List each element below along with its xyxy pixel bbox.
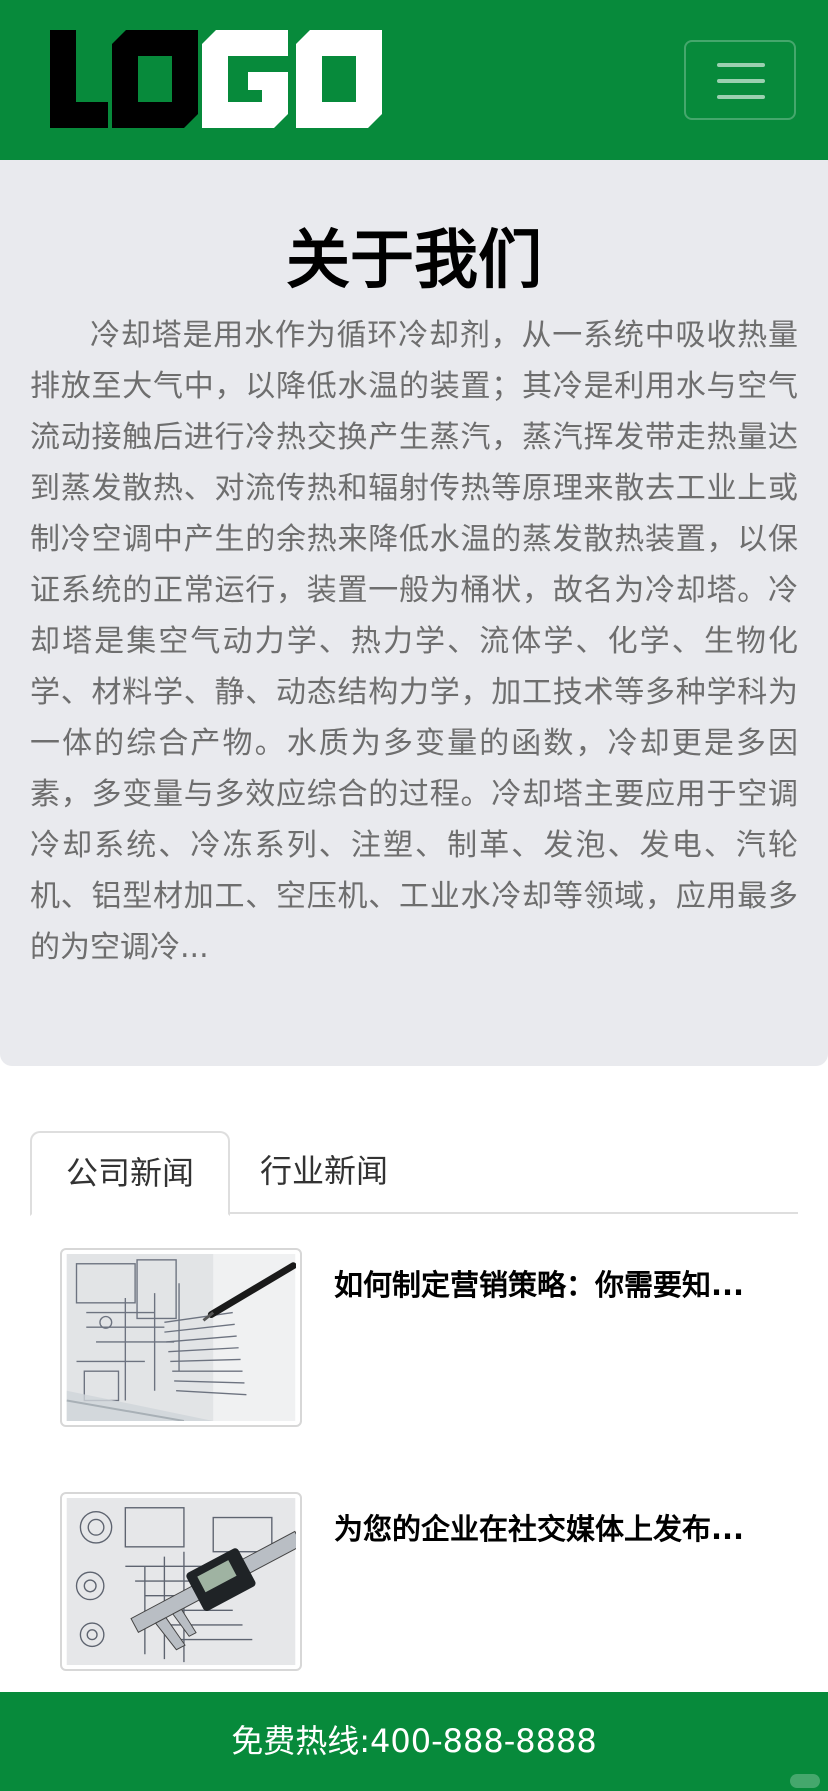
news-item[interactable]: 如何制定营销策略：你需要知... <box>60 1248 768 1428</box>
tab-company-news[interactable]: 公司新闻 <box>30 1131 231 1216</box>
about-text: 冷却塔是用水作为循环冷却剂，从一系统中吸收热量排放至大气中，以降低水温的装置；其… <box>30 318 798 965</box>
news-tabs: 公司新闻 行业新闻 <box>30 1131 798 1216</box>
hotline-text[interactable]: 免费热线:400-888-8888 <box>231 1722 596 1760</box>
menu-bar <box>717 79 765 83</box>
hotline-footer[interactable]: 免费热线:400-888-8888 <box>0 1692 828 1791</box>
news-item[interactable]: 为您的企业在社交媒体上发布... <box>60 1492 768 1672</box>
menu-bar <box>717 95 765 99</box>
news-title[interactable]: 如何制定营销策略：你需要知... <box>334 1262 768 1304</box>
hamburger-menu-icon[interactable] <box>684 40 796 120</box>
news-thumbnail[interactable] <box>60 1492 302 1671</box>
logo[interactable] <box>50 30 382 128</box>
news-thumbnail[interactable] <box>60 1248 302 1427</box>
news-title[interactable]: 为您的企业在社交媒体上发布... <box>334 1506 768 1548</box>
menu-bar <box>717 63 765 67</box>
tab-industry-news[interactable]: 行业新闻 <box>226 1131 422 1214</box>
blueprint-with-pen-image <box>66 1254 296 1421</box>
watermark-badge <box>790 1774 820 1788</box>
about-section: 关于我们 冷却塔是用水作为循环冷却剂，从一系统中吸收热量排放至大气中，以降低水温… <box>0 160 828 1066</box>
about-title: 关于我们 <box>286 224 542 298</box>
top-header <box>0 0 828 160</box>
blueprint-with-caliper-image <box>66 1498 296 1665</box>
